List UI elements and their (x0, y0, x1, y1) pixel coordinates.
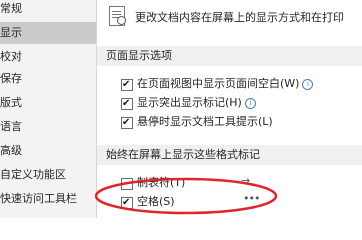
checkbox-show-whitespace[interactable] (121, 76, 133, 94)
sidebar-item-label: 高级 (0, 144, 22, 157)
section-header-format-marks: 始终在屏幕上显示这些格式标记 (97, 145, 362, 165)
option-label: 在页面视图中显示页面间空白(W) (137, 77, 300, 90)
tab-arrow-symbol: → (241, 174, 251, 187)
sidebar-item-layout[interactable]: 版式 (0, 92, 96, 114)
option-label: 悬停时显示文档工具提示(L) (137, 115, 273, 128)
checkbox-spaces[interactable] (121, 194, 133, 212)
sidebar-item-label: 校对 (0, 50, 22, 63)
sidebar-item-label: 自定义功能区 (0, 168, 66, 181)
info-icon: i (302, 79, 314, 90)
sidebar-item-advanced[interactable]: 高级 (0, 140, 96, 162)
sidebar-item-label: 常规 (0, 2, 22, 15)
space-dots-symbol: ••• (243, 192, 260, 205)
checkbox-show-tooltips[interactable] (121, 114, 133, 132)
sidebar-item-display[interactable]: 显示 (0, 22, 96, 44)
sidebar-item-label: 快速访问工具栏 (0, 192, 77, 205)
document-view-icon (109, 6, 126, 26)
sidebar-item-quick-access-toolbar[interactable]: 快速访问工具栏 (0, 188, 96, 210)
sidebar-item-label: 语言 (0, 120, 22, 133)
options-sidebar: 常规 显示 校对 保存 版式 语言 高级 自定义功能区 快速访问工具栏 (0, 0, 97, 218)
option-label: 制表符(T) (137, 176, 186, 189)
option-label: 显示突出显示标记(H) (137, 96, 242, 109)
info-icon: i (244, 98, 256, 109)
display-options-panel: 更改文档内容在屏幕上的显示方式和在打印 页面显示选项 在页面视图中显示页面间空白… (97, 0, 362, 218)
option-label: 空格(S) (137, 195, 175, 208)
sidebar-item-label: 显示 (0, 26, 22, 39)
checkbox-show-highlighter[interactable] (121, 95, 133, 113)
panel-description: 更改文档内容在屏幕上的显示方式和在打印 (135, 11, 344, 24)
sidebar-item-save[interactable]: 保存 (0, 68, 96, 90)
sidebar-item-proofing[interactable]: 校对 (0, 46, 96, 68)
checkbox-tab-characters[interactable] (121, 178, 133, 190)
sidebar-item-general[interactable]: 常规 (0, 0, 96, 20)
sidebar-item-label: 版式 (0, 96, 22, 109)
section-header-page-display: 页面显示选项 (97, 46, 362, 66)
sidebar-item-label: 保存 (0, 72, 22, 85)
sidebar-item-customize-ribbon[interactable]: 自定义功能区 (0, 164, 96, 186)
sidebar-item-language[interactable]: 语言 (0, 116, 96, 138)
